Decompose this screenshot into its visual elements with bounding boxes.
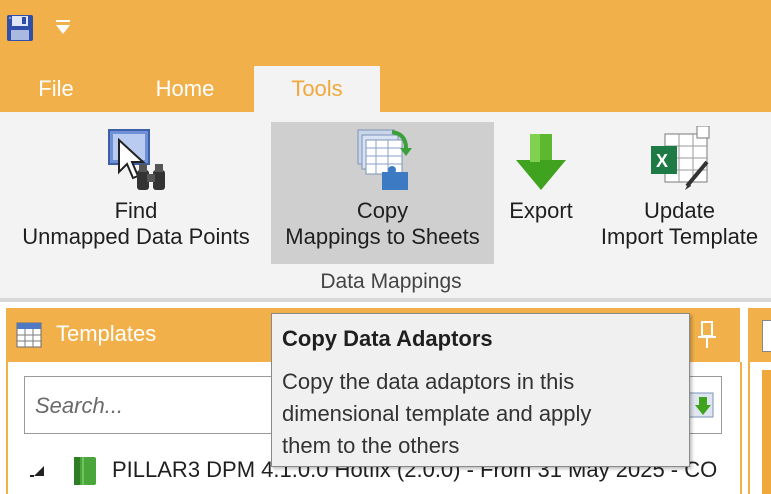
find-button-label-line2: Unmapped Data Points [22, 224, 250, 249]
tab-file[interactable]: File [6, 66, 106, 112]
tooltip-body-line: Copy the data adaptors in this [282, 369, 575, 394]
side-panel-grid-icon [762, 320, 771, 352]
svg-text:X: X [656, 151, 668, 171]
dropdown-arrow-icon[interactable] [54, 18, 72, 36]
tooltip-body-line: them to the others [282, 433, 460, 458]
ribbon-divider [0, 298, 771, 302]
find-button-label-line1: Find [114, 198, 158, 223]
tooltip: Copy Data Adaptors Copy the data adaptor… [271, 313, 690, 467]
save-icon[interactable] [6, 14, 34, 42]
side-panel-body [748, 362, 771, 494]
copy-sheets-icon [357, 129, 412, 190]
copy-button-label-line2: Mappings to Sheets [285, 224, 480, 249]
ribbon: Find Unmapped Data Points Copy Mappings … [0, 112, 771, 298]
excel-template-icon: X [650, 126, 709, 190]
copy-mappings-to-sheets-button[interactable]: Copy Mappings to Sheets [271, 122, 494, 264]
tooltip-title: Copy Data Adaptors [282, 326, 493, 351]
update-button-label-line1: Update [644, 198, 715, 223]
collapse-triangle-icon[interactable] [30, 464, 50, 478]
grid-icon [16, 322, 42, 348]
book-icon [74, 457, 96, 485]
export-button[interactable]: Export [497, 122, 585, 262]
tab-tools[interactable]: Tools [254, 66, 380, 112]
export-arrow-icon [516, 134, 566, 190]
find-unmapped-data-points-button[interactable]: Find Unmapped Data Points [6, 122, 266, 262]
title-bar: File Home Tools [0, 0, 771, 112]
tooltip-body-line: dimensional template and apply [282, 401, 592, 426]
export-button-label: Export [509, 198, 573, 223]
tooltip-body: Copy the data adaptors in this dimension… [282, 366, 682, 462]
update-import-template-button[interactable]: X Update Import Template [588, 122, 771, 262]
update-button-label-line2: Import Template [600, 224, 759, 249]
pin-icon[interactable] [696, 320, 718, 350]
side-panel-strip [762, 370, 771, 494]
copy-button-label-line1: Copy [356, 198, 409, 223]
cursor-binoculars-icon [108, 129, 165, 190]
ribbon-group-label: Data Mappings [320, 270, 462, 293]
side-panel-header [748, 308, 771, 362]
templates-panel-title: Templates [56, 321, 157, 346]
tab-home[interactable]: Home [125, 66, 245, 112]
